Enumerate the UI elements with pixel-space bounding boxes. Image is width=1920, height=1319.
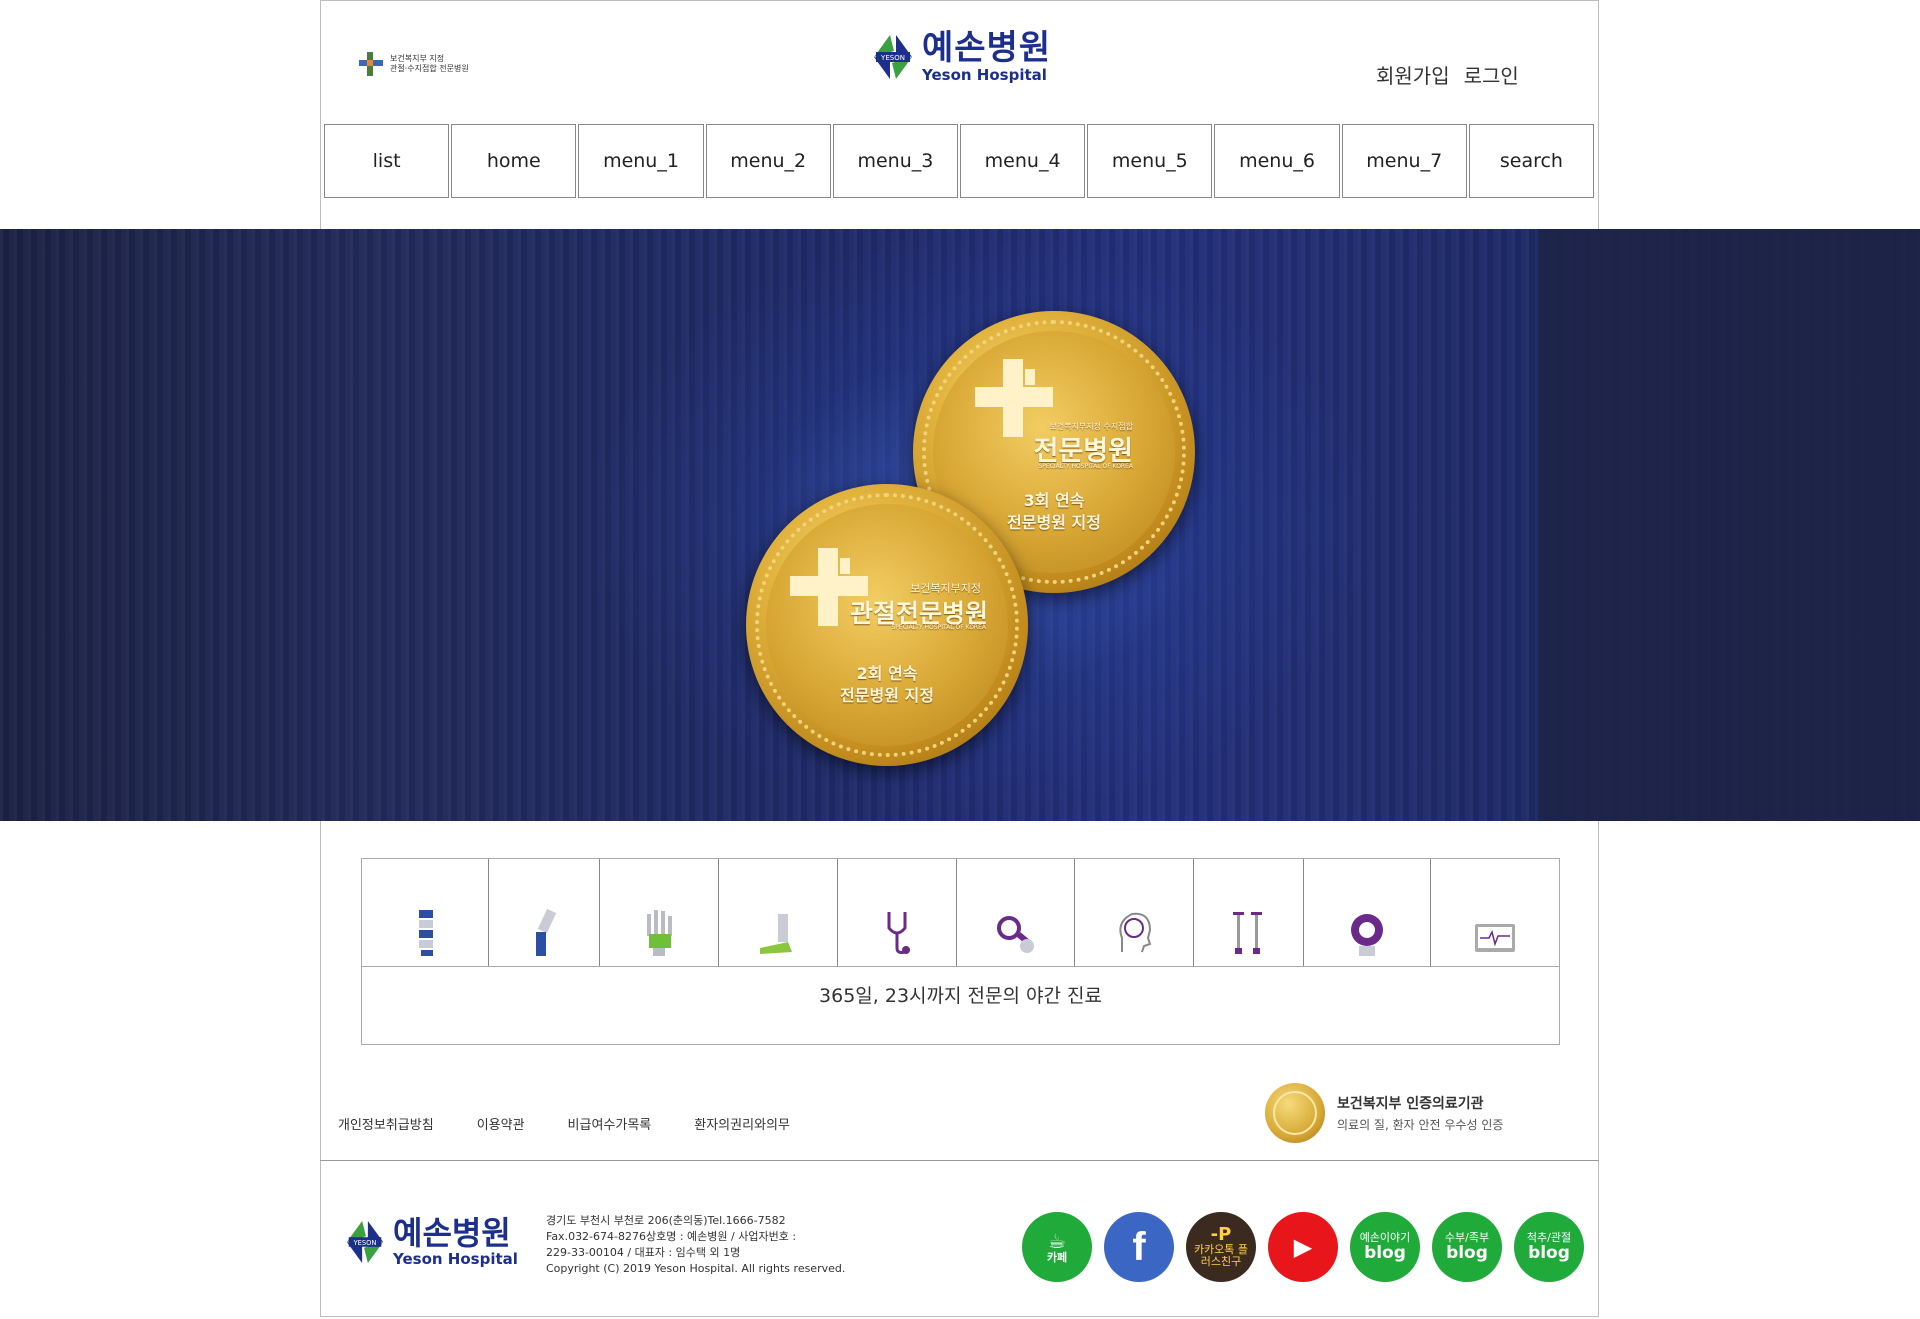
footer-logo-korean: 예손병원 [393,1214,511,1252]
service-dermatology[interactable] [957,859,1076,966]
medal-bottom-line-4: 2회 연속 [856,664,918,683]
patient-rights-link[interactable]: 환자의권리와의무 [694,1114,790,1133]
nav-item-menu-3[interactable]: menu_3 [832,124,959,198]
service-checkup[interactable] [1431,859,1559,966]
logo-english-name: Yeson Hospital [922,66,1047,84]
nav-item-home[interactable]: home [451,124,577,198]
hero-banner: 보건복지부지정 수지접합 전문병원 SPECIALTY HOSPITAL OF … [0,229,1920,821]
cert-line-1: 보건복지부 지정 [390,54,445,63]
service-icons-row [362,859,1559,967]
yeson-logo-icon: YESON [870,31,916,83]
nav-item-search[interactable]: search [1468,124,1595,198]
logo-mark-text: YESON [353,1239,377,1247]
signup-link[interactable]: 회원가입 [1376,60,1450,89]
copyright: Copyright (C) 2019 Yeson Hospital. All r… [546,1262,846,1275]
address-line-3: 229-33-00104 / 대표자 : 임수택 외 1명 [546,1246,741,1259]
hospital-logo[interactable]: YESON 예손병원 Yeson Hospital [870,30,1051,83]
cross-icon [358,51,384,77]
service-spine[interactable] [362,859,489,966]
brain-icon [1119,912,1152,953]
nav-item-menu-7[interactable]: menu_7 [1341,124,1467,198]
stethoscope-icon [887,912,910,954]
accreditation-subtitle: 의료의 질, 환자 안전 우수성 인증 [1337,1118,1504,1132]
hand-foot-blog-button[interactable]: 수부/족부 blog [1432,1212,1502,1282]
address-line-1: 경기도 부천시 부천로 206(춘의동)Tel.1666-7582 [546,1214,786,1227]
footer-logo-english: Yeson Hospital [393,1250,518,1268]
youtube-icon: ▶ [1293,1233,1313,1261]
footer-divider [320,1160,1599,1161]
facebook-icon: f [1132,1225,1146,1269]
footer-links: 개인정보취급방침 이용약관 비급여수가목록 환자의권리와의무 [338,1114,833,1133]
privacy-policy-link[interactable]: 개인정보취급방침 [338,1114,434,1133]
service-imaging[interactable] [1304,859,1432,966]
yeson-story-blog-button[interactable]: 예손이야기 blog [1350,1212,1420,1282]
kakao-plus-icon: -P [1210,1224,1232,1245]
knee-icon [535,908,557,956]
service-neurology[interactable] [1075,859,1195,966]
accreditation-medal-icon [1265,1083,1325,1143]
service-hand[interactable] [600,859,719,966]
yeson-logo-icon: YESON [343,1217,387,1267]
facebook-button[interactable]: f [1104,1212,1174,1282]
spine-icon [418,910,433,956]
address-line-2: Fax.032-674-8276상호명 : 예손병원 / 사업자번호 : [546,1230,797,1243]
footer-logo[interactable]: YESON 예손병원 Yeson Hospital [343,1217,518,1267]
crutches-icon [1232,912,1262,954]
specialty-hospital-badge: 보건복지부 지정 관절·수지접합 전문병원 [358,50,488,78]
hand-icon [646,910,672,956]
medal-bottom-line-5: 전문병원 지정 [840,686,934,705]
social-links: ☕ 카페 f -P 카카오톡 플러스친구 ▶ 예손이야기 blog 수부/족부 … [1022,1212,1584,1282]
foot-icon [759,914,792,954]
nav-item-menu-4[interactable]: menu_4 [960,124,1086,198]
medal-top-line-3: SPECIALTY HOSPITAL OF KOREA [1038,463,1134,470]
nav-item-menu-1[interactable]: menu_1 [578,124,704,198]
service-foot[interactable] [719,859,838,966]
medal-joint-specialty: 보건복지부지정 관절전문병원 SPECIALTY HOSPITAL OF KOR… [746,484,1028,766]
nav-item-menu-6[interactable]: menu_6 [1214,124,1340,198]
cert-line-2: 관절·수지접합 전문병원 [390,64,469,73]
youtube-button[interactable]: ▶ [1268,1212,1338,1282]
mri-icon [1351,914,1384,956]
service-rehabilitation[interactable] [1194,859,1305,966]
nav-item-menu-2[interactable]: menu_2 [705,124,831,198]
cafe-button[interactable]: ☕ 카페 [1022,1212,1092,1282]
terms-link[interactable]: 이용약관 [477,1114,525,1133]
logo-korean-name: 예손병원 [922,28,1052,68]
kakao-plus-friend-button[interactable]: -P 카카오톡 플러스친구 [1186,1212,1256,1282]
night-clinic-tagline: 365일, 23시까지 전문의 야간 진료 [819,985,1102,1007]
monitor-icon [1475,924,1516,952]
non-covered-fees-link[interactable]: 비급여수가목록 [568,1114,652,1133]
accreditation-title: 보건복지부 인증의료기관 [1337,1096,1484,1112]
medal-bottom-line-3: SPECIALTY HOSPITAL OF KOREA [891,624,987,631]
footer-address: 경기도 부천시 부천로 206(춘의동)Tel.1666-7582 Fax.03… [546,1213,846,1277]
service-internal-medicine[interactable] [838,859,957,966]
member-links: 회원가입 로그인 [1376,60,1519,89]
cafe-icon: ☕ [1048,1229,1066,1253]
magnifier-icon [997,916,1035,953]
logo-mark-text: YESON [880,54,905,62]
service-knee[interactable] [489,859,600,966]
nav-item-list[interactable]: list [324,124,450,198]
nav-item-menu-5[interactable]: menu_5 [1087,124,1213,198]
main-nav: list home menu_1 menu_2 menu_3 menu_4 me… [324,124,1595,198]
services-panel: 365일, 23시까지 전문의 야간 진료 [361,858,1560,1045]
accreditation-badge: 보건복지부 인증의료기관 의료의 질, 환자 안전 우수성 인증 [1265,1083,1503,1143]
spine-joint-blog-button[interactable]: 척추/관절 blog [1514,1212,1584,1282]
login-link[interactable]: 로그인 [1464,60,1519,89]
